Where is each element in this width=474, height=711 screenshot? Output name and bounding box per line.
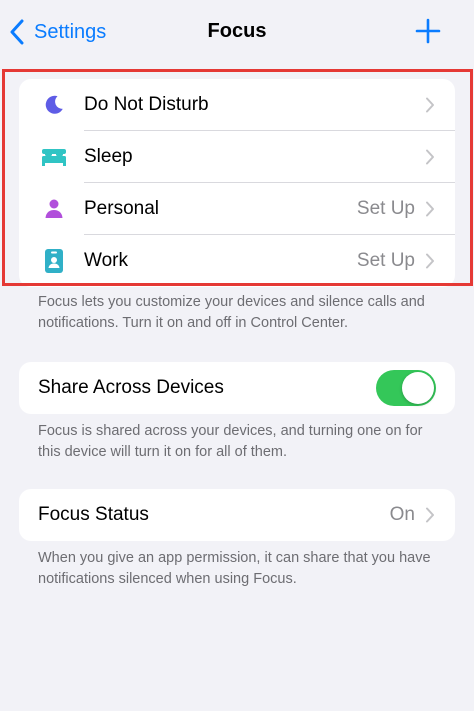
add-focus-button[interactable]	[414, 17, 442, 45]
focus-mode-label: Sleep	[84, 146, 133, 167]
focus-status-label: Focus Status	[38, 504, 149, 525]
focus-mode-work[interactable]: Work Set Up	[19, 235, 455, 287]
chevron-right-icon	[426, 149, 434, 165]
share-across-devices-card: Share Across Devices	[19, 362, 455, 414]
chevron-right-icon	[426, 253, 434, 269]
navigation-bar: Settings Focus	[0, 0, 474, 64]
focus-mode-label: Do Not Disturb	[84, 94, 209, 115]
chevron-right-icon	[426, 507, 434, 523]
page-title: Focus	[207, 20, 267, 42]
focus-mode-value: Set Up	[356, 250, 415, 271]
focus-mode-label: Work	[84, 250, 128, 271]
focus-status-value: On	[389, 504, 415, 525]
focus-modes-list: Do Not Disturb Sleep Personal Set Up Wor…	[19, 79, 455, 287]
share-across-devices-row: Share Across Devices	[19, 362, 455, 414]
focus-mode-value: Set Up	[356, 198, 415, 219]
moon-icon	[38, 89, 70, 121]
focus-status-footnote: When you give an app permission, it can …	[38, 550, 431, 587]
focus-status-row[interactable]: Focus Status On	[19, 489, 455, 541]
focus-mode-do-not-disturb[interactable]: Do Not Disturb	[19, 79, 455, 131]
focus-status-card: Focus Status On	[19, 489, 455, 541]
share-across-devices-label: Share Across Devices	[38, 377, 224, 398]
chevron-right-icon	[426, 201, 434, 217]
share-footnote: Focus is shared across your devices, and…	[38, 423, 423, 460]
share-across-devices-toggle[interactable]	[376, 370, 436, 406]
focus-modes-footnote: Focus lets you customize your devices an…	[38, 294, 425, 331]
chevron-right-icon	[426, 97, 434, 113]
toggle-knob	[402, 372, 434, 404]
focus-mode-sleep[interactable]: Sleep	[19, 131, 455, 183]
focus-mode-label: Personal	[84, 198, 159, 219]
badge-icon	[38, 245, 70, 277]
focus-mode-personal[interactable]: Personal Set Up	[19, 183, 455, 235]
bed-icon	[38, 141, 70, 173]
person-icon	[38, 193, 70, 225]
